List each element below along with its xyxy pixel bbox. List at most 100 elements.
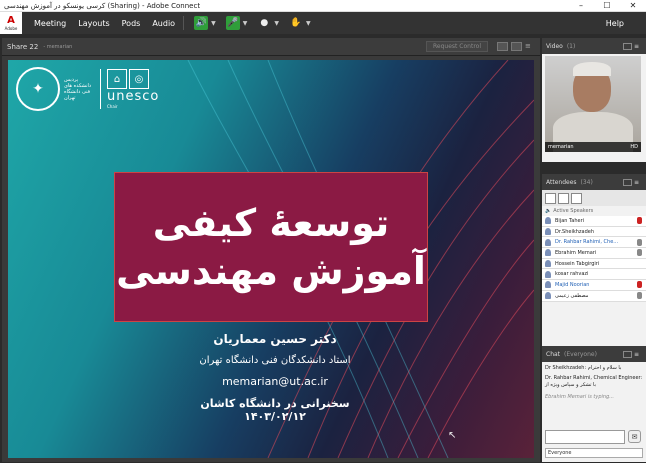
- chevron-down-icon[interactable]: ▼: [211, 20, 216, 27]
- active-speakers-label: 🔈 Active Speakers: [542, 206, 646, 216]
- grid-view-icon[interactable]: [558, 192, 569, 204]
- attendee-item[interactable]: Bijan Taheri: [542, 216, 646, 227]
- attendee-item[interactable]: Dr.Sheikhzadeh: [542, 226, 646, 238]
- attendees-view-toolbar: [542, 190, 646, 206]
- attendee-item[interactable]: Ebrahim Memari: [542, 248, 646, 259]
- pod-menu-icon[interactable]: ≡: [525, 42, 536, 51]
- menu-bar: A Adobe Meeting Layouts Pods Audio 🔊 ▼ 🎤 ▼…: [0, 12, 646, 34]
- send-button[interactable]: ✉: [628, 430, 641, 443]
- attendee-item[interactable]: kosar rahvazi: [542, 269, 646, 281]
- attendees-fullscreen-icon[interactable]: [623, 178, 632, 186]
- microphone-icon: [637, 249, 642, 257]
- attendee-item[interactable]: Dr. Rahbar Rahimi, Che...: [542, 237, 646, 249]
- sort-icon[interactable]: [571, 192, 582, 204]
- hand-raise-icon: ✋: [290, 18, 302, 28]
- shared-slide: ✦ پردیس دانشکده های فنی دانشگاه تهران ⌂ …: [8, 60, 534, 458]
- minimize-button[interactable]: –: [568, 1, 594, 10]
- speaker-icon: 🔊: [194, 16, 209, 30]
- typing-indicator: Ebrahim Memari is typing...: [545, 394, 615, 400]
- microphone-icon: [637, 238, 642, 246]
- attendee-item[interactable]: مصطفی زعیمی: [542, 290, 646, 302]
- attendees-pod-title: Attendees: [546, 178, 577, 186]
- window-controls: – ☐ ✕: [568, 1, 646, 10]
- attendee-name: Dr. Rahbar Rahimi, Che...: [555, 239, 619, 246]
- attendee-name: kosar rahvazi: [555, 271, 589, 278]
- chat-pod-header: Chat (Everyone) ≡: [542, 346, 646, 362]
- fit-width-icon[interactable]: [497, 42, 508, 51]
- presenter-email: memarian@ut.ac.ir: [222, 375, 328, 388]
- chat-pod: Chat (Everyone) ≡ Dr Sheikhzadeh: با سلا…: [542, 346, 646, 462]
- attendee-name: مصطفی زعیمی: [555, 292, 589, 299]
- presenter-name: دکتر حسین معماریان: [213, 332, 337, 346]
- speaker-hair: [573, 62, 611, 76]
- video-caption: memarian HD: [545, 142, 641, 152]
- window-title: کرسی یونسکو در آموزش مهندسی (Sharing) - …: [4, 1, 201, 10]
- attendees-pod: Attendees (34) ≡ 🔈 Active Speakers Bijan…: [542, 174, 646, 346]
- video-quality-badge: HD: [630, 144, 638, 150]
- menu-audio[interactable]: Audio: [152, 19, 175, 28]
- person-icon: [545, 217, 551, 225]
- fullscreen-icon[interactable]: [511, 42, 522, 51]
- chat-fullscreen-icon[interactable]: [623, 350, 632, 358]
- pod-menu-icon[interactable]: ≡: [634, 43, 643, 50]
- menu-help[interactable]: Help: [606, 19, 624, 28]
- person-icon: [545, 249, 551, 257]
- microphone-icon: [637, 217, 642, 225]
- slide-presenter-info: دکتر حسین معماریان استاد دانشکدگان فنی د…: [168, 328, 382, 423]
- pod-menu-icon[interactable]: ≡: [634, 351, 643, 358]
- maximize-button[interactable]: ☐: [594, 1, 620, 10]
- active-speakers-text: Active Speakers: [553, 208, 594, 214]
- video-pod: Video (1) ≡ memarian HD: [542, 38, 646, 162]
- chat-recipient-select[interactable]: Everyone: [545, 448, 643, 458]
- speaker-button[interactable]: 🔊 ▼: [194, 16, 216, 30]
- speaker-icon: 🔈: [545, 208, 552, 214]
- right-panel: Video (1) ≡ memarian HD Attendees (34) ≡…: [542, 38, 646, 462]
- video-pod-header: Video (1) ≡: [542, 38, 646, 54]
- attendees-count: (34): [580, 178, 593, 186]
- share-pod-header: Share 22 - memarian Request Control ≡: [2, 38, 540, 56]
- list-view-icon[interactable]: [545, 192, 556, 204]
- person-icon: [545, 270, 551, 278]
- attendee-name: Dr.Sheikhzadeh: [555, 228, 595, 235]
- share-pod-options: ≡: [494, 42, 536, 51]
- chat-input[interactable]: [545, 430, 625, 444]
- person-icon: [545, 292, 551, 300]
- menu-pods[interactable]: Pods: [122, 19, 141, 28]
- close-button[interactable]: ✕: [620, 1, 646, 10]
- chevron-down-icon[interactable]: ▼: [306, 20, 311, 27]
- attendee-name: Hossein Tabgirgiri: [555, 260, 600, 267]
- video-feed[interactable]: memarian HD: [545, 56, 641, 152]
- chevron-down-icon[interactable]: ▼: [274, 20, 279, 27]
- camera-button[interactable]: ● ▼: [257, 16, 279, 30]
- attendee-list: Bijan Taheri Dr.Sheikhzadeh Dr. Rahbar R…: [542, 216, 646, 302]
- attendee-item[interactable]: Hossein Tabgirgiri: [542, 258, 646, 270]
- person-icon: [545, 238, 551, 246]
- attendees-pod-header: Attendees (34) ≡: [542, 174, 646, 190]
- chat-messages: Dr Sheikhzadeh: با سلام و احترام Dr. Rah…: [542, 362, 646, 404]
- chat-audience: (Everyone): [564, 350, 597, 358]
- attendee-name: Majid Noorian: [555, 281, 590, 288]
- menu-meeting[interactable]: Meeting: [34, 19, 66, 28]
- microphone-button[interactable]: 🎤 ▼: [225, 16, 248, 30]
- pod-menu-icon[interactable]: ≡: [634, 179, 643, 186]
- person-icon: [545, 281, 551, 289]
- attendee-name: Ebrahim Memari: [555, 249, 597, 256]
- share-pod-subtitle: - memarian: [43, 43, 73, 50]
- video-pod-count: (1): [566, 42, 576, 50]
- slide-title-box: توسعهٔ کیفی آموزش مهندسی: [114, 172, 428, 322]
- menu-layouts[interactable]: Layouts: [78, 19, 109, 28]
- slide-title-line2: آموزش مهندسی: [116, 249, 426, 293]
- person-icon: [545, 260, 551, 268]
- request-control-button[interactable]: Request Control: [426, 41, 488, 52]
- share-pod-title: Share 22: [7, 42, 39, 51]
- window-titlebar: کرسی یونسکو در آموزش مهندسی (Sharing) - …: [0, 0, 646, 12]
- mouse-pointer-icon: ↖: [448, 430, 457, 441]
- chevron-down-icon[interactable]: ▼: [243, 20, 248, 27]
- video-fullscreen-icon[interactable]: [623, 42, 632, 50]
- attendee-name: Bijan Taheri: [555, 217, 585, 224]
- chat-message: Dr Sheikhzadeh: با سلام و احترام: [545, 365, 622, 371]
- adobe-logo-text: Adobe: [4, 25, 18, 31]
- adobe-logo-icon: A: [7, 14, 15, 26]
- hand-raise-button[interactable]: ✋ ▼: [289, 16, 311, 30]
- attendee-item[interactable]: Majid Noorian: [542, 280, 646, 291]
